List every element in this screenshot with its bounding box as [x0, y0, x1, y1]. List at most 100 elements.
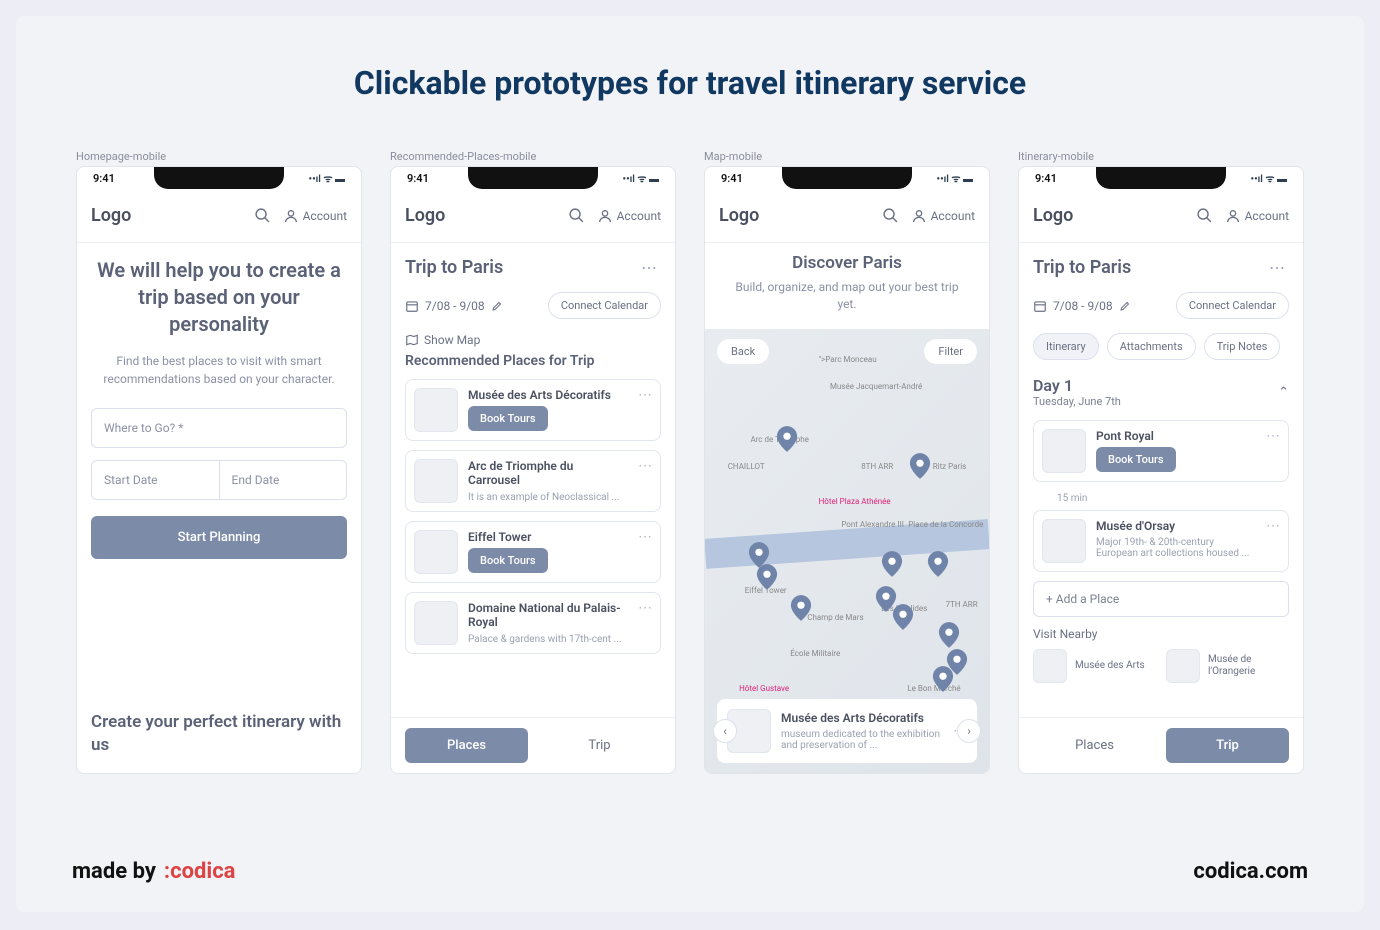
place-desc: Major 19th- & 20th-century European art …	[1096, 537, 1256, 559]
itinerary-item[interactable]: Pont Royal Book Tours ⋯	[1033, 420, 1289, 482]
screen-map: Map-mobile 9:41 ••ıl ᯤ ▬ Logo Account D	[704, 150, 990, 774]
place-name: Musée des Arts Décoratifs	[781, 711, 943, 725]
chevron-up-icon[interactable]: ⌃	[1278, 385, 1289, 400]
logo[interactable]: Logo	[1033, 205, 1073, 226]
more-icon[interactable]: ⋯	[638, 388, 652, 402]
place-card[interactable]: Eiffel Tower Book Tours ⋯	[405, 521, 661, 583]
more-icon[interactable]: ⋯	[1265, 258, 1289, 277]
date-range-input[interactable]: Start Date End Date	[91, 460, 347, 500]
trip-title: Trip to Paris	[405, 257, 503, 278]
status-time: 9:41	[93, 172, 115, 185]
tab-trip[interactable]: Trip	[1166, 728, 1289, 763]
status-time: 9:41	[721, 172, 743, 185]
start-planning-button[interactable]: Start Planning	[91, 516, 347, 559]
connect-calendar-button[interactable]: Connect Calendar	[1176, 292, 1289, 319]
map-pin-icon[interactable]	[927, 551, 949, 577]
search-icon[interactable]	[254, 207, 271, 224]
screen-label: Recommended-Places-mobile	[390, 150, 676, 163]
account-link[interactable]: Account	[283, 208, 347, 224]
place-card[interactable]: Arc de Triomphe du Carrousel It is an ex…	[405, 450, 661, 512]
place-name: Pont Royal	[1096, 429, 1256, 443]
map-pin-icon[interactable]	[909, 453, 931, 479]
search-icon[interactable]	[568, 207, 585, 224]
start-date-field[interactable]: Start Date	[92, 461, 220, 499]
more-icon[interactable]: ⋯	[1266, 519, 1280, 533]
where-input[interactable]: Where to Go? *	[91, 408, 347, 448]
map-pin-icon[interactable]	[932, 666, 954, 692]
connect-calendar-button[interactable]: Connect Calendar	[548, 292, 661, 319]
more-icon[interactable]: ⋯	[638, 530, 652, 544]
place-thumb-icon	[1042, 429, 1086, 473]
book-tours-button[interactable]: Book Tours	[468, 406, 548, 431]
signal-icons: ••ıl ᯤ ▬	[1251, 171, 1287, 185]
place-thumb-icon	[414, 388, 458, 432]
phone-frame: 9:41 ••ıl ᯤ ▬ Logo Account Trip to Paris…	[1018, 166, 1304, 774]
more-icon[interactable]: ⋯	[638, 601, 652, 615]
more-icon[interactable]: ⋯	[1266, 429, 1280, 443]
place-thumb-icon	[1042, 519, 1086, 563]
trip-dates[interactable]: 7/08 - 9/08	[405, 299, 503, 313]
map[interactable]: ">Parc Monceau Musée Jacquemart-André Ar…	[705, 329, 989, 773]
notch-icon	[1096, 167, 1226, 189]
book-tours-button[interactable]: Book Tours	[468, 548, 548, 573]
place-card[interactable]: Domaine National du Palais-Royal Palace …	[405, 592, 661, 654]
nearby-item[interactable]: Musée de l'Orangerie	[1166, 649, 1289, 683]
footer: made by :codica codica.com	[72, 859, 1308, 884]
place-name: Domaine National du Palais-Royal	[468, 601, 628, 630]
logo[interactable]: Logo	[91, 205, 131, 226]
account-link[interactable]: Account	[911, 208, 975, 224]
logo[interactable]: Logo	[719, 205, 759, 226]
tab-trip[interactable]: Trip	[538, 728, 661, 763]
codica-logo: :codica	[164, 859, 236, 884]
map-pin-icon[interactable]	[881, 551, 903, 577]
hero-subtitle: Find the best places to visit with smart…	[91, 352, 347, 388]
tab-places[interactable]: Places	[405, 728, 528, 763]
screen-itinerary: Itinerary-mobile 9:41 ••ıl ᯤ ▬ Logo Acco…	[1018, 150, 1304, 774]
place-card[interactable]: Musée des Arts Décoratifs Book Tours ⋯	[405, 379, 661, 441]
show-map-link[interactable]: Show Map	[405, 333, 661, 347]
itinerary-item[interactable]: Musée d'Orsay Major 19th- & 20th-century…	[1033, 510, 1289, 572]
back-button[interactable]: Back	[717, 339, 769, 364]
discover-sub: Build, organize, and map out your best t…	[725, 279, 969, 313]
place-desc: Palace & gardens with 17th-cent ...	[468, 634, 628, 645]
account-link[interactable]: Account	[597, 208, 661, 224]
filter-button[interactable]: Filter	[924, 339, 977, 364]
map-pin-icon[interactable]	[938, 622, 960, 648]
notch-icon	[154, 167, 284, 189]
more-icon[interactable]: ⋯	[638, 459, 652, 473]
book-tours-button[interactable]: Book Tours	[1096, 447, 1176, 472]
nearby-item[interactable]: Musée des Arts	[1033, 649, 1156, 683]
map-icon	[405, 333, 419, 347]
account-link[interactable]: Account	[1225, 208, 1289, 224]
next-button[interactable]: ›	[957, 719, 981, 743]
section-title: Recommended Places for Trip	[405, 353, 661, 369]
edit-icon	[491, 300, 503, 312]
tab-itinerary[interactable]: Itinerary	[1033, 333, 1099, 360]
search-icon[interactable]	[1196, 207, 1213, 224]
screen-label: Itinerary-mobile	[1018, 150, 1304, 163]
trip-dates[interactable]: 7/08 - 9/08	[1033, 299, 1131, 313]
search-icon[interactable]	[882, 207, 899, 224]
place-name: Arc de Triomphe du Carrousel	[468, 459, 628, 488]
map-pin-icon[interactable]	[756, 564, 778, 590]
prev-button[interactable]: ‹	[713, 719, 737, 743]
notch-icon	[468, 167, 598, 189]
tab-trip-notes[interactable]: Trip Notes	[1204, 333, 1281, 360]
map-pin-icon[interactable]	[790, 595, 812, 621]
end-date-field[interactable]: End Date	[220, 461, 347, 499]
map-poi-card[interactable]: ‹ Musée des Arts Décoratifs museum dedic…	[717, 699, 977, 763]
tab-places[interactable]: Places	[1033, 728, 1156, 763]
map-pin-icon[interactable]	[776, 426, 798, 452]
signal-icons: ••ıl ᯤ ▬	[937, 171, 973, 185]
map-pin-icon[interactable]	[892, 604, 914, 630]
discover-title: Discover Paris	[725, 253, 969, 273]
app-bar: Logo Account	[77, 189, 361, 243]
place-name: Eiffel Tower	[468, 530, 628, 544]
add-place-button[interactable]: + Add a Place	[1033, 581, 1289, 617]
logo[interactable]: Logo	[405, 205, 445, 226]
app-bar: Logo Account	[1019, 189, 1303, 243]
more-icon[interactable]: ⋯	[637, 258, 661, 277]
tab-attachments[interactable]: Attachments	[1107, 333, 1196, 360]
nearby-thumb-icon	[1033, 649, 1067, 683]
place-name: Musée d'Orsay	[1096, 519, 1256, 533]
